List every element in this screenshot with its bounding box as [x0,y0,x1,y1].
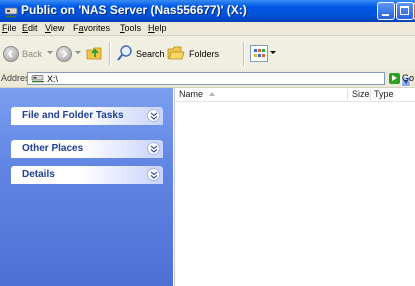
back-arrow-icon [7,50,13,58]
column-header-name[interactable]: Name [179,89,203,99]
go-arrow-icon[interactable] [389,73,400,84]
maximize-button[interactable] [396,2,414,20]
expand-chevron-icon[interactable] [147,109,160,122]
task-group-details[interactable]: Details [11,166,163,184]
task-group-title: File and Folder Tasks [22,110,124,121]
menu-file[interactable]: File [2,23,17,33]
expand-chevron-icon[interactable] [147,168,160,181]
toolbar-separator [109,42,111,66]
views-icon [254,49,265,57]
title-bar[interactable]: Public on 'NAS Server (Nas556677)' (X:) [0,0,415,22]
sort-ascending-icon [209,92,215,96]
toolbar-separator [243,42,245,66]
forward-arrow-icon [62,50,68,58]
forward-button[interactable] [56,46,72,62]
task-group-other-places[interactable]: Other Places [11,140,163,158]
explorer-window: Public on 'NAS Server (Nas556677)' (X:) … [0,0,415,286]
views-button[interactable] [250,45,268,62]
task-group-title: Other Places [22,143,84,154]
folders-button[interactable]: Folders [189,49,219,59]
back-button[interactable] [3,46,19,62]
list-header: Name Size Type [175,88,415,102]
address-value: X:\ [47,74,59,84]
task-pane: File and Folder Tasks Other Places Detai… [0,88,173,286]
go-button[interactable]: Go [402,73,414,83]
network-drive-icon [31,75,44,83]
views-dropdown-icon[interactable] [270,51,276,54]
menu-view[interactable]: View [45,23,64,33]
back-label: Back [22,49,43,59]
column-divider[interactable] [370,89,371,100]
search-icon[interactable] [116,44,134,62]
up-folder-icon[interactable] [86,44,104,62]
expand-chevron-icon[interactable] [147,142,160,155]
back-dropdown-icon[interactable] [47,51,53,54]
column-header-type[interactable]: Type [374,89,394,99]
menu-favorites[interactable]: Favorites [73,23,110,33]
task-group-file-and-folder-tasks[interactable]: File and Folder Tasks [11,107,163,125]
standard-toolbar: Back Search Folders [0,36,415,71]
menu-edit[interactable]: Edit [22,23,38,33]
window-title: Public on 'NAS Server (Nas556677)' (X:) [21,3,247,17]
file-list-view[interactable]: Name Size Type [174,88,415,286]
column-divider[interactable] [347,89,348,100]
address-bar: Address X:\ Go [0,70,415,88]
menu-tools[interactable]: Tools [120,23,141,33]
forward-dropdown-icon[interactable] [75,51,81,54]
minimize-button[interactable] [377,2,395,20]
network-drive-icon [4,7,18,18]
column-header-size[interactable]: Size [352,89,370,99]
search-button[interactable]: Search [136,49,165,59]
address-input[interactable]: X:\ [27,72,411,87]
task-group-title: Details [22,169,55,180]
folders-icon[interactable] [167,44,185,62]
menu-bar: File Edit View Favorites Tools Help [0,22,415,58]
menu-help[interactable]: Help [148,23,167,33]
